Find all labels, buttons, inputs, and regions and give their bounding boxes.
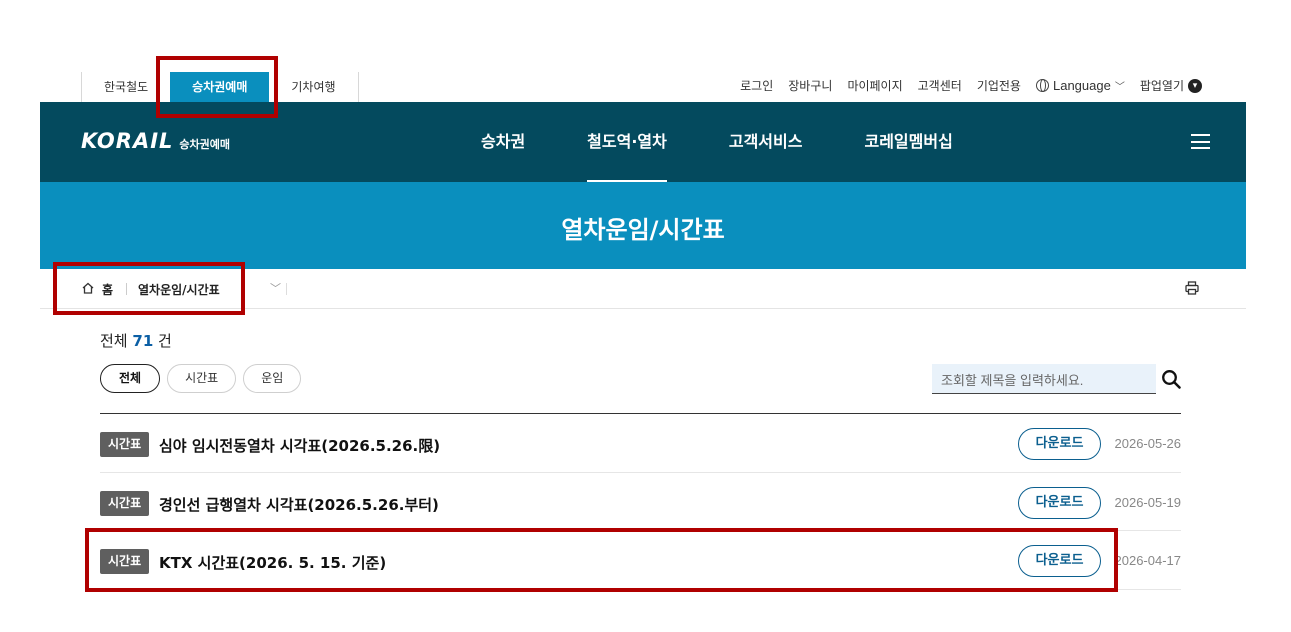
language-label: Language — [1052, 78, 1111, 93]
list-item[interactable]: 시간표 경인선 급행열차 시각표(2026.5.26.부터) 다운로드 2026… — [100, 473, 1182, 531]
category-filters: 전체 시간표 운임 — [100, 364, 302, 393]
menu-icon[interactable] — [1191, 134, 1210, 149]
globe-icon — [1035, 79, 1049, 92]
category-badge: 시간표 — [100, 490, 150, 516]
site-tabs: 한국철도 승차권예매 기차여행 — [81, 72, 359, 102]
list-item-title[interactable]: KTX 시간표(2026. 5. 15. 기준) — [159, 552, 386, 573]
popup-open-label: 팝업열기 — [1139, 79, 1184, 93]
chevron-down-icon[interactable]: ﹀ — [270, 280, 281, 296]
list-item[interactable]: 시간표 심야 임시전동열차 시각표(2026.5.26.限) 다운로드 2026… — [100, 414, 1181, 473]
popup-open-button[interactable]: 팝업열기 ▾ — [1140, 77, 1202, 94]
result-count-prefix: 전체 — [100, 332, 128, 350]
breadcrumb: 홈 열차운임/시간표 ﹀ — [40, 269, 1246, 309]
tab-ticket-reservation[interactable]: 승차권예매 — [170, 72, 270, 102]
chevron-down-circle-icon: ▾ — [1188, 78, 1202, 93]
nav-item-tickets[interactable]: 승차권 — [450, 102, 556, 182]
list-item-date: 2026-05-19 — [1114, 494, 1182, 510]
search-icon[interactable] — [1161, 369, 1181, 389]
utility-links: 로그인 장바구니 마이페이지 고객센터 기업전용 Language ﹀ 팝업열기… — [740, 77, 1202, 94]
nav-item-customer-service[interactable]: 고객서비스 — [698, 102, 834, 182]
nav-menu: 승차권 철도역·열차 고객서비스 코레일멤버십 — [450, 102, 984, 182]
breadcrumb-home[interactable]: 홈 — [102, 281, 113, 298]
nav-item-stations-trains[interactable]: 철도역·열차 — [556, 102, 698, 182]
category-badge: 시간표 — [100, 549, 150, 574]
tab-korail[interactable]: 한국철도 — [82, 72, 170, 102]
customer-center-link[interactable]: 고객센터 — [918, 77, 962, 94]
filter-fare[interactable]: 운임 — [243, 364, 302, 393]
cart-link[interactable]: 장바구니 — [788, 77, 832, 94]
list-item-date: 2026-04-17 — [1114, 553, 1182, 568]
category-badge: 시간표 — [100, 432, 150, 457]
download-button[interactable]: 다운로드 — [1018, 428, 1101, 460]
korail-logo[interactable]: KORAIL 승차권예매 — [81, 129, 230, 153]
language-selector[interactable]: Language ﹀ — [1035, 78, 1125, 93]
chevron-down-icon: ﹀ — [1114, 82, 1125, 93]
logo-subtitle: 승차권예매 — [179, 138, 231, 151]
utility-bar: 한국철도 승차권예매 기차여행 로그인 장바구니 마이페이지 고객센터 기업전용… — [40, 68, 1246, 102]
filter-all[interactable]: 전체 — [100, 364, 161, 393]
page-title: 열차운임/시간표 — [561, 216, 725, 244]
download-button[interactable]: 다운로드 — [1018, 545, 1101, 577]
mypage-link[interactable]: 마이페이지 — [847, 77, 902, 94]
result-count-number: 71 — [132, 332, 154, 350]
list-item[interactable]: 시간표 KTX 시간표(2026. 5. 15. 기준) 다운로드 2026-0… — [100, 531, 1181, 590]
breadcrumb-divider — [126, 283, 127, 295]
nav-item-membership[interactable]: 코레일멤버십 — [833, 102, 983, 182]
logo-wordmark: KORAIL — [81, 129, 174, 153]
list-item-title[interactable]: 경인선 급행열차 시각표(2026.5.26.부터) — [159, 494, 439, 515]
result-count-suffix: 건 — [158, 332, 172, 350]
search-input[interactable]: 조회할 제목을 입력하세요. — [932, 364, 1156, 394]
breadcrumb-divider — [286, 283, 287, 295]
page-banner: 열차운임/시간표 — [40, 182, 1246, 269]
main-nav: KORAIL 승차권예매 승차권 철도역·열차 고객서비스 코레일멤버십 — [40, 102, 1246, 182]
list-item-title[interactable]: 심야 임시전동열차 시각표(2026.5.26.限) — [159, 435, 440, 456]
result-count: 전체 71 건 — [100, 330, 172, 351]
home-icon[interactable] — [82, 282, 94, 294]
tab-train-travel[interactable]: 기차여행 — [269, 72, 357, 102]
business-link[interactable]: 기업전용 — [977, 77, 1021, 94]
breadcrumb-current: 열차운임/시간표 — [138, 283, 220, 297]
print-icon[interactable] — [1185, 281, 1199, 295]
download-button[interactable]: 다운로드 — [1018, 486, 1101, 519]
timetable-list: 시간표 심야 임시전동열차 시각표(2026.5.26.限) 다운로드 2026… — [100, 413, 1181, 590]
login-link[interactable]: 로그인 — [740, 77, 773, 94]
filter-timetable[interactable]: 시간표 — [167, 364, 237, 393]
list-item-date: 2026-05-26 — [1114, 436, 1182, 451]
